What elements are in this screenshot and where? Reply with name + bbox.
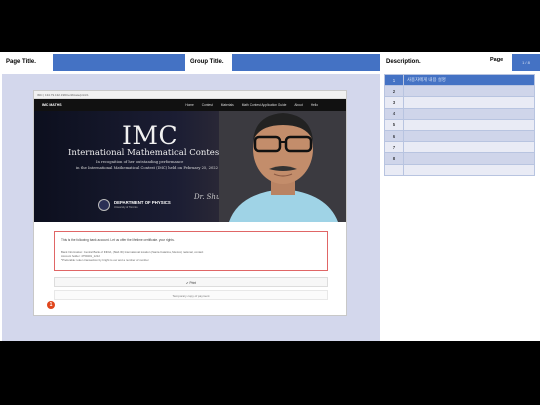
nav-application-guide[interactable]: Math Contest Application Guide	[242, 103, 287, 107]
print-button[interactable]: ✔ Print	[54, 277, 328, 287]
page-title-label: Page Title.	[6, 59, 36, 65]
row-number: 6	[384, 129, 404, 143]
annotation-marker: 1	[47, 301, 55, 309]
row-description[interactable]	[403, 129, 535, 143]
site-logo[interactable]: IMC MATHS	[42, 103, 62, 107]
page-title-field[interactable]	[53, 54, 185, 71]
nav-materials[interactable]: Materials	[221, 103, 234, 107]
row-number: 2	[384, 85, 404, 98]
row-number: 5	[384, 118, 404, 131]
row-description[interactable]	[403, 85, 535, 98]
description-row: 2	[384, 85, 535, 98]
description-row: 6	[384, 129, 535, 143]
nav-about[interactable]: About	[294, 103, 302, 107]
university-seal-icon	[98, 199, 110, 211]
notice-line-3: *Preferable: token transaction by bright…	[61, 258, 149, 262]
notice-title: This is the following bank account. Let …	[61, 238, 175, 242]
page-number-field[interactable]: 1 / 8	[512, 54, 540, 71]
row-number: 1	[384, 73, 404, 87]
row-number: 8	[384, 152, 404, 165]
page-number: 1 / 8	[522, 60, 530, 65]
row-number: 3	[384, 96, 404, 109]
row-number: 7	[384, 141, 404, 154]
banner-line-2: in the International Mathematical Contes…	[76, 166, 219, 170]
browser-address-bar: IMC | 134.79.132.198/certificate/print/1	[34, 91, 346, 99]
description-row: 8	[384, 152, 535, 165]
nav-home[interactable]: Home	[185, 103, 194, 107]
banner-subtitle: International Mathematical Contest	[68, 148, 223, 158]
group-title-field[interactable]	[232, 54, 380, 71]
website-screenshot: IMC | 134.79.132.198/certificate/print/1…	[33, 90, 347, 316]
description-row: 3	[384, 96, 535, 109]
description-table: 1 사용자에게 내용 설명 2 3 4 5 6 7 8	[384, 73, 535, 176]
page-label: Page	[490, 57, 504, 63]
certificate-banner: IMC International Mathematical Contest I…	[34, 111, 346, 222]
row-description[interactable]	[403, 118, 535, 131]
temporary-copy-link[interactable]: Temporary copy of payment	[54, 290, 328, 300]
row-number	[384, 163, 404, 176]
presenter-photo	[219, 111, 346, 222]
description-row: 7	[384, 141, 535, 154]
description-row: 5	[384, 118, 535, 131]
department-name: DEPARTMENT OF PHYSICS	[114, 200, 171, 205]
row-description[interactable]	[403, 141, 535, 154]
row-description[interactable]	[403, 107, 535, 120]
description-row: 1 사용자에게 내용 설명	[384, 73, 535, 87]
description-row	[384, 163, 535, 176]
row-description[interactable]: 사용자에게 내용 설명	[403, 73, 535, 87]
work-area: IMC | 134.79.132.198/certificate/print/1…	[2, 74, 380, 341]
row-description[interactable]	[403, 163, 535, 176]
row-description[interactable]	[403, 96, 535, 109]
group-title-label: Group Title.	[190, 59, 224, 65]
nav-contest[interactable]: Contest	[202, 103, 213, 107]
row-description[interactable]	[403, 152, 535, 165]
payment-notice: This is the following bank account. Let …	[54, 231, 328, 271]
banner-line-1: In recognition of her outstanding perfor…	[96, 160, 184, 164]
banner-title: IMC	[122, 121, 179, 150]
site-navbar: IMC MATHS Home Contest Materials Math Co…	[34, 99, 346, 111]
description-row: 4	[384, 107, 535, 120]
department-sub: University of Toronto	[114, 206, 138, 209]
description-label: Description.	[386, 59, 421, 65]
row-number: 4	[384, 107, 404, 120]
nav-user[interactable]: Hello	[311, 103, 318, 107]
site-nav-links: Home Contest Materials Math Contest Appl…	[185, 103, 318, 107]
storyboard-slide: Page Title. Group Title. Description. Pa…	[0, 52, 540, 341]
